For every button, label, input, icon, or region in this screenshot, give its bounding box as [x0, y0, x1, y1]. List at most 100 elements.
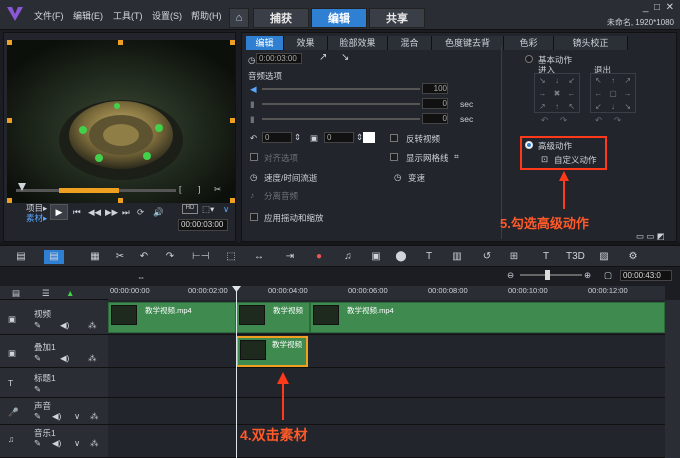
track-volume-icon[interactable]: ◀): [60, 353, 69, 364]
subtab-effect[interactable]: 效果: [284, 36, 328, 50]
overlay-lane[interactable]: [108, 335, 665, 368]
go-end-icon[interactable]: ⏭: [122, 207, 130, 218]
track-volume-icon[interactable]: ◀): [60, 320, 69, 331]
scene-icon[interactable]: ▣: [369, 250, 383, 264]
fade-out-icon[interactable]: ↘: [341, 52, 349, 63]
stretch-icon[interactable]: ↔: [252, 250, 266, 264]
chevron-down-icon[interactable]: ∨: [74, 438, 80, 449]
timeline-view-icon[interactable]: ▤: [44, 250, 64, 264]
custom-motion-button[interactable]: 自定义动作: [554, 154, 597, 166]
motion-track-icon[interactable]: ↺: [480, 250, 494, 264]
rotate-stepper-icon[interactable]: ⇕: [294, 132, 301, 143]
track-header-overlay[interactable]: ▣ 叠加1 ✎ ◀) ⁂: [0, 335, 108, 368]
subtab-color[interactable]: 色彩: [504, 36, 554, 50]
track-grid-icon[interactable]: ⁂: [90, 438, 99, 449]
go-start-icon[interactable]: ⏮: [73, 207, 81, 218]
track-volume-icon[interactable]: ◀): [52, 411, 61, 422]
volume-slider[interactable]: [262, 88, 420, 90]
video-clip[interactable]: 教学视频.mp4: [310, 302, 665, 333]
crop-handle[interactable]: [230, 118, 235, 123]
exit-rotate-ccw-icon[interactable]: ↶: [595, 115, 602, 126]
hd-button[interactable]: HD: [182, 204, 198, 214]
paint-icon[interactable]: ▨: [597, 250, 611, 264]
track-header-music[interactable]: ♫ 音乐1 ✎ ◀) ∨ ⁂: [0, 425, 108, 458]
track-options-icon[interactable]: ☰: [42, 288, 50, 299]
voice-lane[interactable]: [108, 398, 665, 425]
repeat-icon[interactable]: ⟳: [137, 207, 144, 218]
chevron-down-icon[interactable]: ∨: [74, 411, 80, 422]
trim-icon[interactable]: ⊢⊣: [192, 250, 209, 264]
menu-tools[interactable]: 工具(T): [113, 9, 143, 22]
multicam-icon[interactable]: ▥: [450, 250, 464, 264]
mask-icon[interactable]: ⬤: [394, 250, 408, 264]
ripple-icon[interactable]: ⇥: [283, 250, 297, 264]
maximize-icon[interactable]: □: [654, 2, 660, 13]
subtab-face-effect[interactable]: 脸部效果: [328, 36, 388, 50]
track-grid-icon[interactable]: ⁂: [88, 320, 97, 331]
menu-edit[interactable]: 编辑(E): [73, 9, 103, 22]
zoom-handle[interactable]: [545, 270, 550, 280]
crop-icon[interactable]: ⬚: [224, 250, 238, 264]
trim-range[interactable]: [59, 188, 119, 193]
basic-motion-radio[interactable]: [525, 55, 533, 63]
volume-icon[interactable]: 🔊: [153, 207, 164, 218]
text-icon[interactable]: T: [539, 250, 553, 264]
record-icon[interactable]: ●: [312, 250, 326, 264]
split-screen-icon[interactable]: ⊞: [507, 250, 521, 264]
menu-help[interactable]: 帮助(H): [191, 9, 222, 22]
3d-title-icon[interactable]: T3D: [566, 250, 585, 264]
advanced-motion-radio[interactable]: [525, 141, 533, 149]
track-header-video[interactable]: ▣ 视频 ✎ ◀) ⁂: [0, 300, 108, 335]
rotate-ccw-icon[interactable]: ↶: [541, 115, 548, 126]
timeline-scrollbar[interactable]: [665, 300, 680, 458]
duration-field[interactable]: 0:00:03:00: [256, 53, 302, 64]
fade-in-value[interactable]: 0: [422, 98, 448, 109]
edit-track-icon[interactable]: ✎: [34, 353, 41, 364]
add-track-icon[interactable]: ▲: [66, 288, 74, 298]
audio-mixer-icon[interactable]: ♫: [341, 250, 355, 264]
fade-in-slider[interactable]: [262, 103, 420, 105]
edit-track-icon[interactable]: ✎: [34, 438, 41, 449]
storyboard-view-icon[interactable]: ▤: [14, 250, 28, 264]
show-grid-checkbox[interactable]: [390, 153, 398, 161]
pan-zoom-checkbox[interactable]: [250, 213, 258, 221]
fade-in-icon[interactable]: ↗: [319, 52, 327, 63]
timeline-timecode[interactable]: 00:00:43:0: [620, 270, 672, 281]
subtab-chroma-key[interactable]: 色度键去背: [432, 36, 504, 50]
crop-handle[interactable]: [230, 40, 235, 45]
track-grid-icon[interactable]: ⁂: [88, 353, 97, 364]
edit-track-icon[interactable]: ✎: [34, 384, 41, 395]
next-frame-icon[interactable]: ▶▶: [105, 207, 118, 218]
crop-handle[interactable]: [230, 198, 235, 203]
subtab-edit[interactable]: 编辑: [246, 36, 284, 50]
rotate-value[interactable]: 0: [262, 132, 292, 143]
title-lane[interactable]: [108, 368, 665, 398]
track-volume-icon[interactable]: ◀): [52, 438, 61, 449]
overlay-clip[interactable]: 教学视频: [236, 336, 308, 367]
tools-icon[interactable]: ✂: [113, 250, 127, 264]
undo-icon[interactable]: ↶: [137, 250, 151, 264]
volume-value[interactable]: 100: [422, 83, 448, 94]
resize-icon[interactable]: ⬚▾: [202, 204, 214, 215]
track-manager-icon[interactable]: ▦: [88, 250, 102, 264]
expand-icon[interactable]: ∨: [223, 204, 229, 215]
minimize-icon[interactable]: _: [643, 2, 649, 13]
trim-out-icon[interactable]: ]: [198, 184, 200, 194]
tab-share[interactable]: 共享: [369, 8, 425, 28]
redo-icon[interactable]: ↷: [163, 250, 177, 264]
audio-options-label[interactable]: 音频选项: [248, 70, 282, 82]
subtab-blend[interactable]: 混合: [388, 36, 432, 50]
track-list-icon[interactable]: ▤: [12, 288, 20, 299]
enter-direction-grid[interactable]: ↘ ↓ ↙ → ✖ ← ↗ ↑ ↖: [534, 73, 580, 113]
tab-capture[interactable]: 捕获: [253, 8, 309, 28]
zoom-in-icon[interactable]: ⊕: [584, 270, 591, 281]
clip-mode-label[interactable]: 素材▸: [26, 212, 47, 224]
rotate-left-icon[interactable]: ↶: [250, 133, 257, 144]
rotate-cw-icon[interactable]: ↷: [560, 115, 567, 126]
subtab-lens-correction[interactable]: 镜头校正: [554, 36, 628, 50]
crop-handle[interactable]: [7, 198, 12, 203]
preview-screen[interactable]: [7, 40, 235, 203]
close-icon[interactable]: ✕: [666, 2, 674, 13]
music-lane[interactable]: [108, 425, 665, 458]
timeline-ruler[interactable]: 00:00:00:00 00:00:02:00 00:00:04:00 00:0…: [108, 286, 665, 300]
